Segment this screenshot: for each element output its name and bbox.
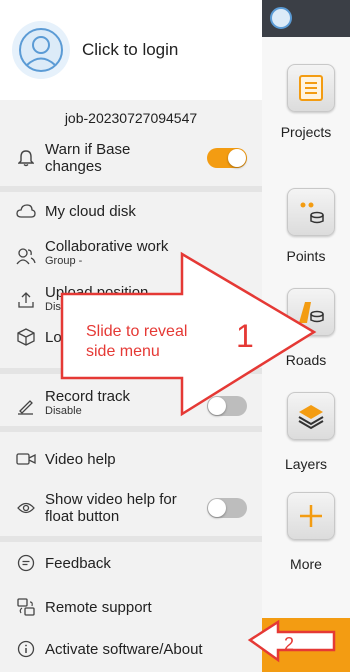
cloud-icon [16,201,36,221]
eye-icon [16,498,36,518]
menu-item-upload-position[interactable]: Upload position Dis [0,280,262,320]
more-button[interactable] [287,492,335,540]
job-name: job-20230727094547 [0,104,262,132]
menu-item-cloud-disk[interactable]: My cloud disk [0,194,262,228]
points-button[interactable] [287,188,335,236]
menu-item-feedback[interactable]: Feedback [0,546,262,580]
side-drawer: Click to login job-20230727094547 Warn i… [0,0,262,672]
menu-item-activate-about[interactable]: Activate software/About [0,632,262,666]
points-icon [300,202,324,224]
projects-icon [299,75,323,101]
remote-support-icon [16,597,36,617]
record-track-toggle[interactable] [207,396,247,416]
menu-item-video-help[interactable]: Video help [0,442,262,476]
record-track-sub: Disable [45,405,82,417]
roads-button[interactable] [287,288,335,336]
layers-icon [298,405,324,430]
points-label: Points [286,248,326,264]
feedback-label: Feedback [45,554,111,572]
show-video-help-label: Show video help for float button [45,491,177,525]
profile-icon[interactable] [270,7,292,29]
warn-base-label: Warn if Base changes [45,141,131,175]
more-label: More [290,556,322,572]
warn-base-toggle[interactable] [207,148,247,168]
roads-icon [299,302,324,323]
box-icon [16,327,36,347]
collaborative-work-label: Collaborative work [45,238,169,255]
user-avatar-icon[interactable] [12,21,70,79]
cloud-disk-label: My cloud disk [45,202,136,220]
menu-item-lo[interactable]: Lo [0,320,262,354]
lo-label: Lo [45,328,62,346]
bottom-tab[interactable] [262,618,350,672]
bell-icon [16,148,36,168]
divider [0,426,262,432]
layers-button[interactable] [287,392,335,440]
layers-label: Layers [284,456,328,472]
divider [0,368,262,374]
plus-icon [300,505,322,527]
menu-item-warn-base[interactable]: Warn if Base changes [0,134,262,182]
menu-item-show-video-help[interactable]: Show video help for float button [0,484,262,532]
projects-button[interactable] [287,64,335,112]
feedback-icon [16,553,36,573]
group-icon [16,246,36,266]
record-track-label: Record track [45,388,131,405]
video-help-label: Video help [45,450,116,468]
remote-support-label: Remote support [45,598,152,616]
menu-item-collaborative-work[interactable]: Collaborative work Group - [0,234,262,278]
menu-item-remote-support[interactable]: Remote support [0,590,262,624]
video-icon [16,449,36,469]
right-toolbar: Projects Points Roads Layers More [262,0,350,672]
pen-icon [16,396,36,416]
show-video-help-toggle[interactable] [207,498,247,518]
divider [0,186,262,192]
upload-icon [16,290,36,310]
collaborative-work-sub: Group - [45,255,83,267]
activate-about-label: Activate software/About [45,640,203,658]
menu-item-record-track[interactable]: Record track Disable [0,384,262,428]
login-button[interactable]: Click to login [82,40,178,60]
top-status-bar [262,0,350,37]
divider [0,536,262,542]
upload-position-label: Upload position [45,284,149,301]
projects-label: Projects [280,124,332,140]
info-icon [16,639,36,659]
user-header[interactable]: Click to login [0,0,262,100]
upload-position-sub: Dis [45,301,61,313]
roads-label: Roads [285,352,327,368]
